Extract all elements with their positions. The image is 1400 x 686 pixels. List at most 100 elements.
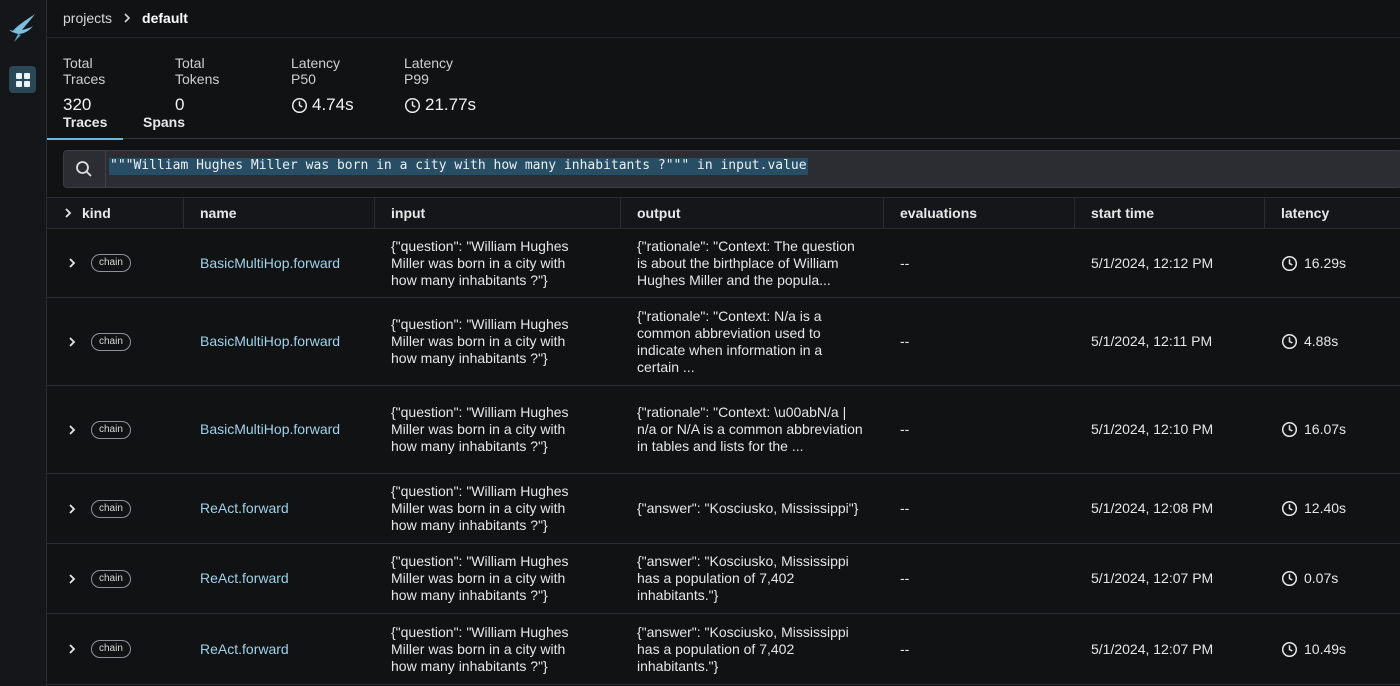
cell-latency: 16.29s	[1265, 229, 1400, 297]
column-header-label: evaluations	[900, 205, 978, 221]
latency-text: 16.29s	[1304, 254, 1347, 271]
input-text: {"question": "William Hughes Miller was …	[391, 404, 569, 454]
table-row[interactable]: chain BasicMultiHop.forward {"question": "…	[47, 229, 1400, 298]
sidebar	[0, 0, 47, 686]
latency-value: 16.07s	[1281, 421, 1346, 438]
stat-total-traces: Total Traces 320	[63, 55, 105, 115]
expand-row-chevron-icon[interactable]	[67, 573, 77, 584]
main-content: projects default Total Traces 320 Total To…	[46, 0, 1400, 686]
trace-name-link[interactable]: ReAct.forward	[200, 641, 289, 658]
clock-icon	[1281, 641, 1298, 657]
tab-spans[interactable]: Spans	[143, 114, 185, 130]
search-query-text: """William Hughes Miller was born in a c…	[109, 158, 808, 175]
cell-evaluations: --	[884, 229, 1075, 297]
cell-name: ReAct.forward	[184, 544, 375, 613]
start-time-text: 5/1/2024, 12:07 PM	[1091, 640, 1214, 657]
cell-input: {"question": "William Hughes Miller was …	[375, 298, 621, 385]
latency-value: 0.07s	[1281, 570, 1338, 587]
tab-bar: Traces Spans	[46, 110, 1400, 140]
trace-name-link[interactable]: ReAct.forward	[200, 570, 289, 587]
column-header-kind[interactable]: kind	[47, 198, 184, 228]
evaluations-text: --	[900, 500, 910, 516]
breadcrumb: projects default	[63, 9, 188, 27]
expand-row-chevron-icon[interactable]	[67, 336, 77, 347]
output-text: {"rationale": "Context: \u00abN/a | n/a …	[637, 404, 863, 454]
breadcrumb-projects-link[interactable]: projects	[63, 10, 112, 26]
cell-output: {"rationale": "Context: The question is …	[621, 229, 884, 297]
table-row[interactable]: chain ReAct.forward {"question": "William …	[47, 614, 1400, 685]
dashboard-nav-button[interactable]	[9, 66, 36, 93]
stat-latency-p50: Latency P50 4.74s	[291, 55, 354, 115]
latency-text: 4.88s	[1304, 333, 1339, 349]
cell-evaluations: --	[884, 386, 1075, 473]
cell-start-time: 5/1/2024, 12:12 PM	[1075, 229, 1265, 297]
column-header-latency[interactable]: latency	[1265, 198, 1400, 228]
input-text: {"question": "William Hughes Miller was …	[391, 237, 569, 288]
cell-start-time: 5/1/2024, 12:10 PM	[1075, 386, 1265, 473]
search-input[interactable]: """William Hughes Miller was born in a c…	[109, 158, 1389, 180]
cell-latency: 0.07s	[1265, 544, 1400, 613]
search-divider	[105, 151, 106, 187]
cell-output: {"rationale": "Context: N/a is a common …	[621, 298, 884, 385]
column-header-label: name	[200, 205, 237, 221]
cell-input: {"question": "William Hughes Miller was …	[375, 474, 621, 543]
breadcrumb-current-project: default	[142, 10, 188, 26]
expand-row-chevron-icon[interactable]	[67, 424, 77, 435]
tab-traces[interactable]: Traces	[46, 114, 124, 140]
clock-icon	[1281, 570, 1298, 587]
table-row[interactable]: chain BasicMultiHop.forward {"question": "…	[47, 386, 1400, 474]
column-header-output[interactable]: output	[621, 198, 884, 228]
column-header-label: input	[391, 205, 426, 221]
evaluations-text: --	[900, 254, 910, 271]
expand-all-chevron-icon[interactable]	[63, 208, 73, 218]
kind-badge: chain	[91, 332, 131, 351]
chevron-right-icon	[124, 13, 131, 23]
expand-row-chevron-icon[interactable]	[67, 644, 77, 654]
cell-latency: 16.07s	[1265, 386, 1400, 473]
stat-label: Total Tokens	[175, 55, 220, 87]
cell-evaluations: --	[884, 474, 1075, 543]
evaluations-text: --	[900, 640, 910, 657]
kind-badge: chain	[91, 640, 131, 658]
output-text: {"rationale": "Context: The question is …	[637, 237, 855, 288]
cell-latency: 12.40s	[1265, 474, 1400, 543]
trace-name-link[interactable]: BasicMultiHop.forward	[200, 333, 340, 350]
table-row[interactable]: chain ReAct.forward {"question": "William …	[47, 544, 1400, 614]
kind-badge: chain	[91, 420, 131, 439]
table-row[interactable]: chain ReAct.forward {"question": "William …	[47, 474, 1400, 544]
trace-name-link[interactable]: BasicMultiHop.forward	[200, 255, 340, 272]
search-bar: """William Hughes Miller was born in a c…	[63, 150, 1400, 188]
cell-kind: chain	[47, 544, 184, 613]
column-header-label: output	[637, 205, 681, 221]
trace-name-link[interactable]: BasicMultiHop.forward	[200, 421, 340, 438]
cell-evaluations: --	[884, 298, 1075, 385]
cell-output: {"answer": "Kosciusko, Mississippi has a…	[621, 614, 884, 684]
latency-text: 16.07s	[1304, 421, 1347, 437]
evaluations-text: --	[900, 421, 910, 437]
bird-logo-icon[interactable]	[9, 12, 37, 44]
output-text: {"answer": "Kosciusko, Mississippi has a…	[637, 553, 849, 603]
clock-icon	[1281, 421, 1298, 438]
cell-latency: 4.88s	[1265, 298, 1400, 385]
header-divider	[47, 37, 1400, 38]
column-header-name[interactable]: name	[184, 198, 375, 228]
column-header-input[interactable]: input	[375, 198, 621, 228]
start-time-text: 5/1/2024, 12:11 PM	[1091, 333, 1213, 349]
kind-badge: chain	[91, 254, 131, 272]
stat-label: Latency P50	[291, 55, 341, 87]
evaluations-text: --	[900, 570, 910, 586]
column-header-evaluations[interactable]: evaluations	[884, 198, 1075, 228]
latency-text: 12.40s	[1304, 500, 1347, 516]
column-header-start-time[interactable]: start time	[1075, 198, 1265, 228]
trace-name-link[interactable]: ReAct.forward	[200, 500, 289, 517]
latency-value: 16.29s	[1281, 255, 1346, 272]
kind-badge: chain	[91, 569, 131, 588]
grid-icon	[15, 72, 30, 87]
search-icon	[76, 161, 92, 177]
latency-value: 10.49s	[1281, 641, 1346, 658]
table-row[interactable]: chain BasicMultiHop.forward {"question": "…	[47, 298, 1400, 386]
expand-row-chevron-icon[interactable]	[67, 258, 77, 268]
expand-row-chevron-icon[interactable]	[67, 503, 77, 514]
stat-label: Latency P99	[404, 55, 454, 87]
cell-kind: chain	[47, 229, 184, 297]
